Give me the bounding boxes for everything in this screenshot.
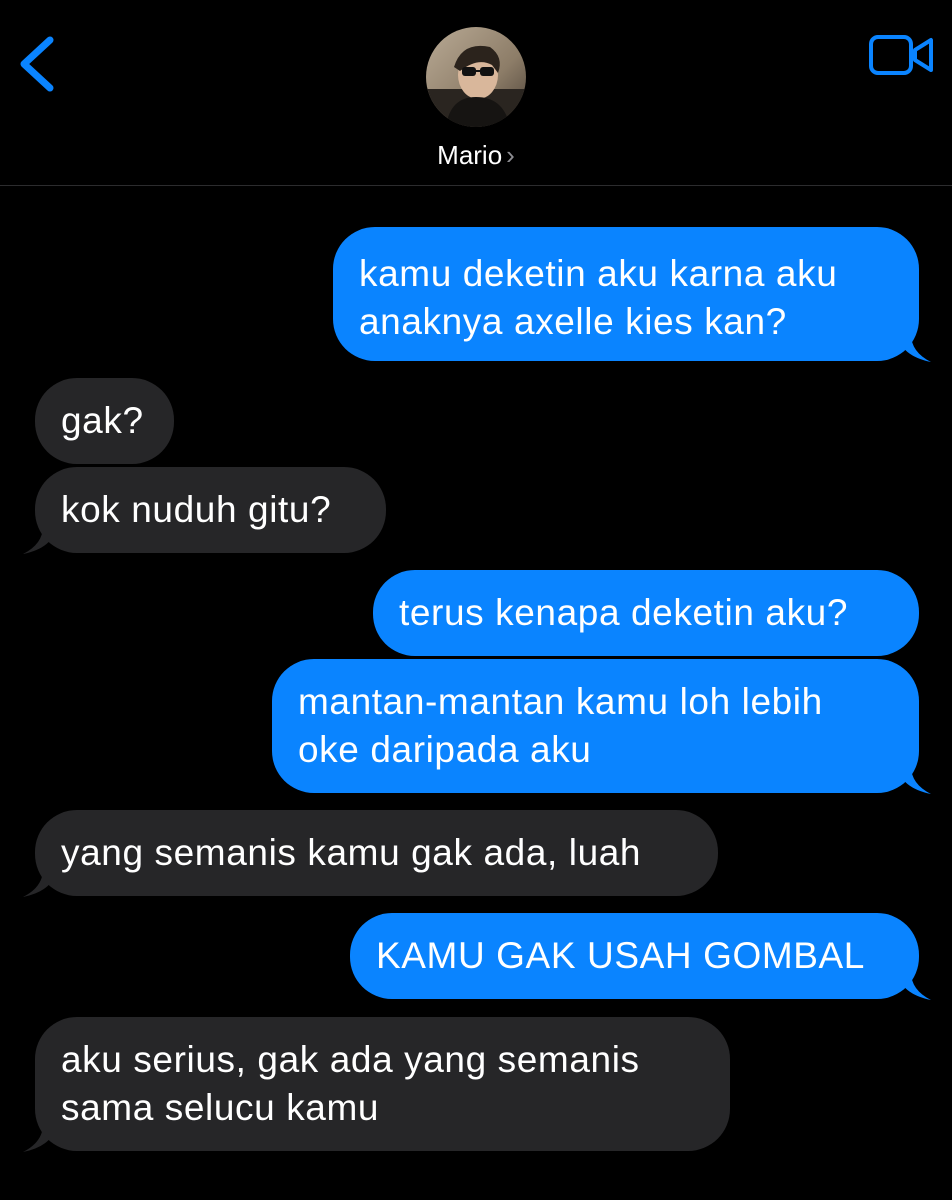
bubble-tail (23, 1124, 57, 1152)
message-text: mantan-mantan kamu loh lebih oke daripad… (298, 681, 823, 770)
message-bubble-sent[interactable]: KAMU GAK USAH GOMBAL (350, 913, 931, 1000)
message-text: terus kenapa deketin aku? (399, 592, 849, 633)
message-bubble-received[interactable]: gak? (35, 378, 174, 464)
message-bubble-sent[interactable]: mantan-mantan kamu loh lebih oke daripad… (272, 659, 931, 794)
header-divider (0, 185, 952, 186)
contact-name-button[interactable]: Mario › (0, 140, 952, 171)
message-text: kok nuduh gitu? (61, 489, 332, 530)
chevron-left-icon (20, 36, 54, 92)
bubble-tail (897, 766, 931, 794)
video-call-button[interactable] (868, 34, 936, 78)
message-bubble-received[interactable]: aku serius, gak ada yang semanis sama se… (23, 1017, 730, 1152)
message-text: kamu deketin aku karna aku anaknya axell… (359, 253, 838, 342)
avatar[interactable] (426, 27, 526, 127)
message-bubble-sent[interactable]: kamu deketin aku karna aku anaknya axell… (333, 227, 931, 362)
message-text: gak? (61, 400, 144, 441)
contact-name: Mario (437, 140, 503, 170)
message-bubble-received[interactable]: kok nuduh gitu? (23, 467, 386, 554)
back-button[interactable] (14, 34, 62, 94)
message-text: aku serius, gak ada yang semanis sama se… (61, 1039, 640, 1128)
bubble-tail (23, 526, 57, 554)
chevron-right-icon: › (506, 140, 515, 170)
message-text: yang semanis kamu gak ada, luah (61, 832, 642, 873)
message-bubble-sent[interactable]: terus kenapa deketin aku? (373, 570, 919, 656)
bubble-tail (897, 334, 931, 362)
bubble-tail (23, 869, 57, 897)
bubble-tail (897, 972, 931, 1000)
message-bubble-received[interactable]: yang semanis kamu gak ada, luah (23, 810, 718, 897)
message-text: KAMU GAK USAH GOMBAL (376, 935, 865, 976)
conversation-header: Mario › (0, 0, 952, 185)
video-camera-icon (869, 35, 933, 75)
